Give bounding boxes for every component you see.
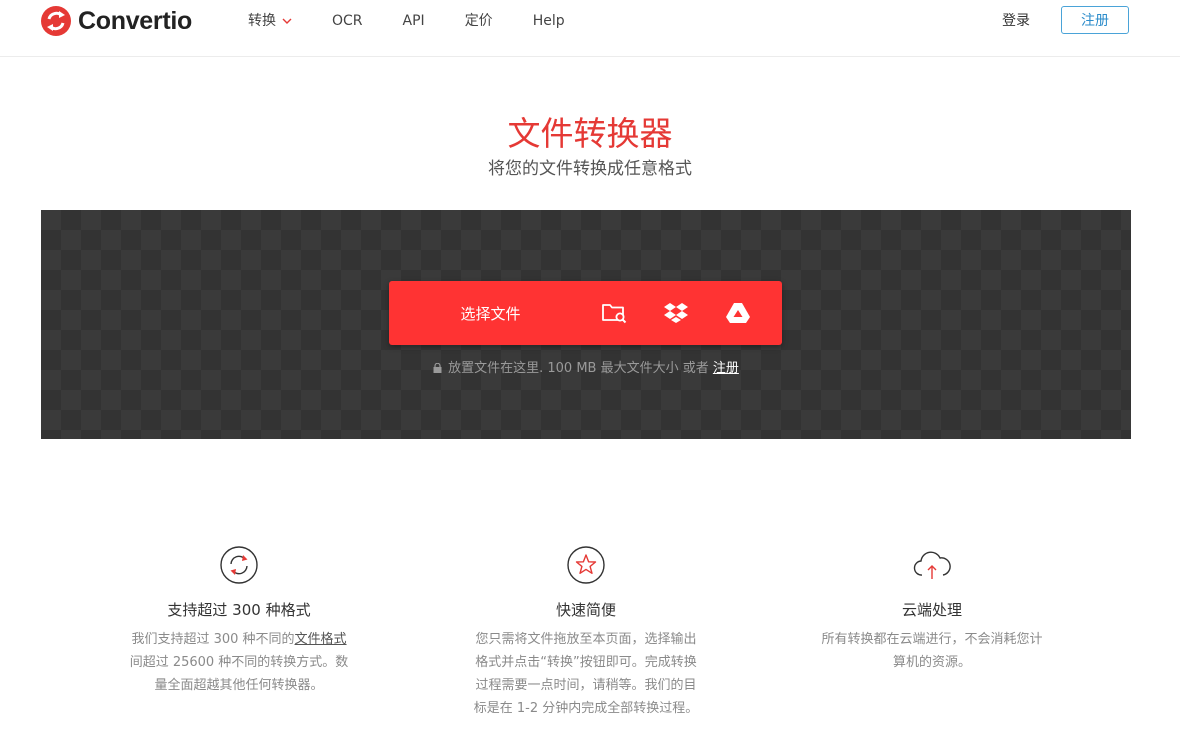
folder-search-icon[interactable] (601, 301, 627, 325)
top-header: Convertio 转换 OCR API 定价 Help 登录 注册 (0, 0, 1180, 57)
login-link[interactable]: 登录 (1002, 12, 1030, 30)
nav-api-label: API (402, 13, 425, 29)
convertio-logo-icon (41, 6, 71, 36)
nav-ocr-label: OCR (332, 13, 363, 29)
nav-convert-label: 转换 (248, 13, 276, 29)
page-title: 文件转换器 (507, 114, 673, 153)
nav-api[interactable]: API (403, 12, 425, 30)
feature-desc-line: 我们支持超过 300 种不同的文件格式 (109, 628, 369, 651)
feature-desc-line: 算机的资源。 (892, 655, 971, 670)
feature-description: 您只需将文件拖放至本页面，选择输出 格式并点击“转换”按钮即可。完成转换 过程需… (456, 628, 716, 720)
feature-description: 所有转换都在云端进行，不会消耗您计 算机的资源。 (802, 628, 1062, 674)
feature-title: 快速简便 (555, 601, 616, 619)
file-drop-zone[interactable]: 选择文件 放置文件在这里. 100 MB 最大文件大小 或者 注册 (41, 210, 1131, 439)
upload-note: 放置文件在这里. 100 MB 最大文件大小 或者 注册 (41, 360, 1131, 378)
upload-register-link[interactable]: 注册 (713, 361, 739, 376)
nav-help-label: Help (532, 13, 565, 29)
feature-cloud: 云端处理 所有转换都在云端进行，不会消耗您计 算机的资源。 (802, 545, 1062, 674)
feature-desc-line: 格式并点击“转换”按钮即可。完成转换 (475, 655, 697, 670)
feature-title: 支持超过 300 种格式 (167, 601, 311, 619)
feature-description: 我们支持超过 300 种不同的文件格式 间超过 25600 种不同的转换方式。数… (109, 628, 369, 697)
cloud-upload-icon (913, 551, 951, 579)
desc-text: 我们支持超过 300 种不同的 (131, 632, 295, 647)
nav-pricing[interactable]: 定价 (465, 12, 493, 30)
feature-desc-line: 量全面超越其他任何转换器。 (154, 678, 324, 693)
upload-note-text: 放置文件在这里. 100 MB 最大文件大小 或者 (448, 361, 709, 376)
nav-pricing-label: 定价 (464, 13, 493, 29)
nav-convert[interactable]: 转换 (248, 12, 292, 30)
brand-name: Convertio (78, 6, 192, 35)
logo[interactable]: Convertio (40, 5, 192, 37)
file-select-bar: 选择文件 (389, 281, 782, 345)
file-formats-link[interactable]: 文件格式 (295, 632, 347, 647)
register-button[interactable]: 注册 (1061, 6, 1129, 34)
star-icon (567, 546, 605, 584)
dropbox-icon[interactable] (663, 301, 689, 325)
feature-title: 云端处理 (901, 601, 962, 619)
google-drive-icon[interactable] (725, 301, 751, 325)
main-nav: 转换 OCR API 定价 Help (248, 12, 605, 30)
feature-fast: 快速简便 您只需将文件拖放至本页面，选择输出 格式并点击“转换”按钮即可。完成转… (456, 545, 716, 720)
feature-desc-line: 标是在 1-2 分钟内完成全部转换过程。 (473, 701, 699, 716)
feature-formats: 支持超过 300 种格式 我们支持超过 300 种不同的文件格式 间超过 256… (109, 545, 369, 697)
page-subtitle: 将您的文件转换成任意格式 (488, 159, 692, 179)
nav-help[interactable]: Help (533, 12, 565, 30)
feature-desc-line: 您只需将文件拖放至本页面，选择输出 (475, 632, 697, 647)
feature-desc-line: 过程需要一点时间，请稍等。我们的目 (475, 678, 697, 693)
nav-ocr[interactable]: OCR (332, 12, 363, 30)
refresh-icon (220, 546, 258, 584)
choose-file-button[interactable]: 选择文件 (389, 281, 592, 345)
chevron-down-icon (282, 18, 292, 24)
feature-desc-line: 间超过 25600 种不同的转换方式。数 (129, 655, 349, 670)
feature-desc-line: 所有转换都在云端进行，不会消耗您计 (821, 632, 1043, 647)
lock-icon (433, 363, 442, 373)
